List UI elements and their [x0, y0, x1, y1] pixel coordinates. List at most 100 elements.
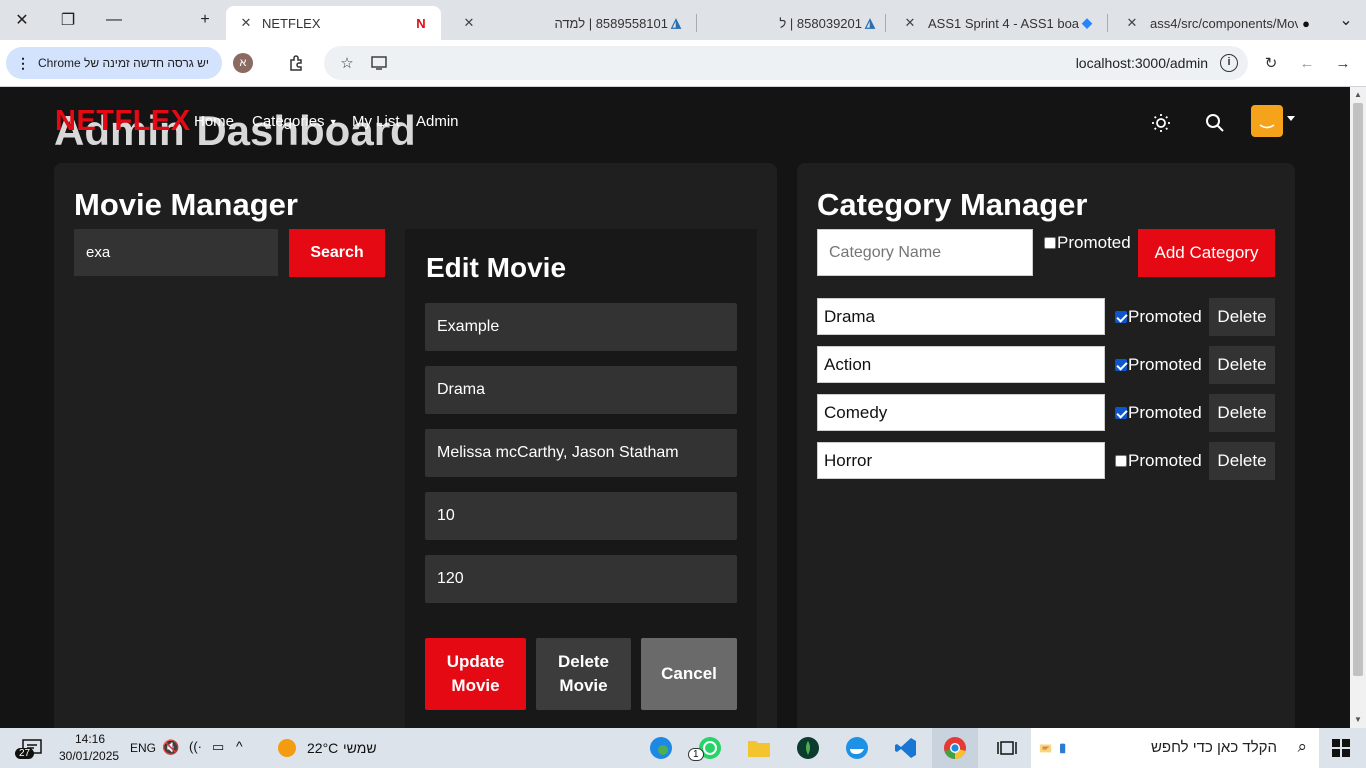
extensions-icon[interactable]	[286, 52, 308, 74]
task-view-icon[interactable]	[993, 734, 1021, 762]
delete-line1: Delete	[557, 652, 610, 671]
promoted-checkbox[interactable]	[1115, 311, 1127, 323]
tab-jira[interactable]: ✕ ASS1 Sprint 4 - ASS1 board - ◆	[890, 6, 1107, 40]
category-name-field[interactable]: Action	[817, 346, 1105, 383]
reload-icon[interactable]: ↻	[1260, 52, 1282, 74]
weather-description[interactable]: שמשי	[343, 740, 377, 756]
delete-category-button[interactable]: Delete	[1209, 394, 1275, 432]
battery-icon[interactable]: ▭	[212, 739, 224, 755]
category-name-field[interactable]: Comedy	[817, 394, 1105, 431]
tab-lamda-1[interactable]: ✕ 8589558101 | למדה ◮	[449, 6, 696, 40]
address-bar[interactable]: ☆ localhost:3000/admin i	[324, 46, 1248, 80]
close-tab-icon[interactable]: ✕	[1124, 15, 1140, 31]
page-scrollbar[interactable]: ▲ ▼	[1350, 87, 1366, 728]
movie-rating-field[interactable]: 10	[425, 492, 737, 540]
docker-icon[interactable]	[843, 734, 871, 762]
promoted-label: Promoted	[1128, 355, 1202, 374]
network-icon[interactable]: ((·	[189, 739, 202, 754]
file-explorer-icon[interactable]	[745, 734, 773, 762]
close-tab-icon[interactable]: ✕	[238, 15, 254, 31]
mute-speaker-icon[interactable]: 🔇	[162, 739, 179, 756]
cancel-button[interactable]: Cancel	[641, 638, 737, 710]
category-name-field[interactable]: Drama	[817, 298, 1105, 335]
delete-movie-button[interactable]: Delete Movie	[536, 638, 631, 710]
tab-label: ass4/src/components/Movie	[1150, 15, 1298, 31]
delete-category-button[interactable]: Delete	[1209, 298, 1275, 336]
profile-menu-caret-icon[interactable]	[1287, 116, 1295, 121]
movie-search-input[interactable]	[74, 229, 278, 276]
profile-avatar[interactable]: א	[233, 53, 253, 73]
promoted-checkbox[interactable]	[1115, 455, 1127, 467]
new-category-promoted[interactable]: Promoted	[1044, 233, 1131, 253]
weather-sun-icon[interactable]	[273, 734, 301, 762]
tab-github[interactable]: ✕ ass4/src/components/Movie ●	[1112, 6, 1326, 40]
more-options-icon[interactable]: ⋮	[16, 55, 30, 72]
weather-temperature[interactable]: 22°C	[307, 740, 338, 756]
update-movie-button[interactable]: Update Movie	[425, 638, 526, 710]
promoted-checkbox[interactable]	[1115, 359, 1127, 371]
tab-netflex[interactable]: ✕ NETFLEX N	[226, 6, 441, 40]
windows-start-icon[interactable]	[1327, 734, 1355, 762]
tab-label: 8589558101 | למדה	[554, 15, 668, 31]
jira-icon: ◆	[1082, 15, 1092, 30]
mongodb-icon[interactable]	[794, 734, 822, 762]
promoted-checkbox[interactable]	[1044, 237, 1056, 249]
github-icon: ●	[1302, 15, 1310, 31]
new-tab-icon[interactable]: +	[192, 8, 218, 32]
movie-duration-field[interactable]: 120	[425, 555, 737, 603]
taskbar-search-box[interactable]: הקלד כאן כדי לחפש ⌕	[1031, 728, 1319, 768]
category-name-field[interactable]: Horror	[817, 442, 1105, 479]
movie-cast-field[interactable]: Melissa mcCarthy, Jason Statham	[425, 429, 737, 477]
theme-toggle-sun-icon[interactable]	[1149, 111, 1173, 135]
tab-divider	[885, 14, 886, 32]
scroll-down-arrow-icon[interactable]: ▼	[1354, 715, 1362, 724]
back-icon[interactable]: ←	[1296, 52, 1318, 74]
promoted-label: Promoted	[1128, 307, 1202, 326]
clock-date[interactable]: 30/01/2025	[59, 749, 119, 763]
search-icon[interactable]	[1203, 111, 1227, 135]
nav-admin[interactable]: Admin	[416, 113, 459, 130]
delete-category-button[interactable]: Delete	[1209, 442, 1275, 480]
search-button[interactable]: Search	[289, 229, 385, 277]
category-promoted-toggle[interactable]: Promoted	[1115, 403, 1202, 423]
promoted-checkbox[interactable]	[1115, 407, 1127, 419]
movie-manager-title: Movie Manager	[74, 187, 298, 222]
edit-movie-title: Edit Movie	[426, 252, 567, 283]
add-category-button[interactable]: Add Category	[1138, 229, 1275, 277]
site-info-icon[interactable]: i	[1220, 54, 1238, 72]
input-language[interactable]: ENG	[130, 741, 156, 755]
nav-home[interactable]: Home	[194, 113, 234, 130]
movie-name-field[interactable]: Example	[425, 303, 737, 351]
bookmark-star-icon[interactable]: ☆	[336, 52, 358, 74]
minimize-window-icon[interactable]: —	[101, 8, 127, 32]
show-hidden-icons-chevron-icon[interactable]: ^	[236, 738, 243, 754]
scroll-up-arrow-icon[interactable]: ▲	[1354, 90, 1362, 99]
restore-window-icon[interactable]: ❐	[55, 8, 81, 32]
category-name-input[interactable]: Category Name	[817, 229, 1033, 276]
category-promoted-toggle[interactable]: Promoted	[1115, 355, 1202, 375]
category-promoted-toggle[interactable]: Promoted	[1115, 451, 1202, 471]
scrollbar-thumb[interactable]	[1353, 103, 1363, 676]
edge-icon[interactable]	[647, 734, 675, 762]
nav-my-list[interactable]: My List	[352, 113, 400, 130]
chrome-update-notice[interactable]: ⋮ יש גרסה חדשה זמינה של Chrome	[6, 47, 222, 79]
tab-label: ASS1 Sprint 4 - ASS1 board -	[928, 15, 1079, 31]
clock-time[interactable]: 14:16	[75, 732, 105, 746]
tab-lamda-2[interactable]: 858039201 | למדה ◮	[697, 6, 890, 40]
delete-category-button[interactable]: Delete	[1209, 346, 1275, 384]
app-logo[interactable]: NETFLEX	[55, 105, 191, 138]
close-tab-icon[interactable]: ✕	[461, 15, 477, 31]
install-app-icon[interactable]	[368, 52, 390, 74]
tab-search-chevron-icon[interactable]: ⌄	[1333, 8, 1359, 32]
close-window-icon[interactable]: ✕	[9, 8, 35, 32]
movie-category-field[interactable]: Drama	[425, 366, 737, 414]
vscode-icon[interactable]	[892, 734, 920, 762]
user-avatar[interactable]	[1251, 105, 1283, 137]
close-tab-icon[interactable]: ✕	[902, 15, 918, 31]
navbar: NETFLEX Home Categories ▼ My List Admin	[0, 87, 1350, 157]
notification-count: 27	[15, 748, 35, 759]
forward-icon[interactable]: →	[1332, 52, 1354, 74]
chrome-icon[interactable]	[941, 734, 969, 762]
category-promoted-toggle[interactable]: Promoted	[1115, 307, 1202, 327]
nav-categories[interactable]: Categories ▼	[252, 113, 338, 130]
